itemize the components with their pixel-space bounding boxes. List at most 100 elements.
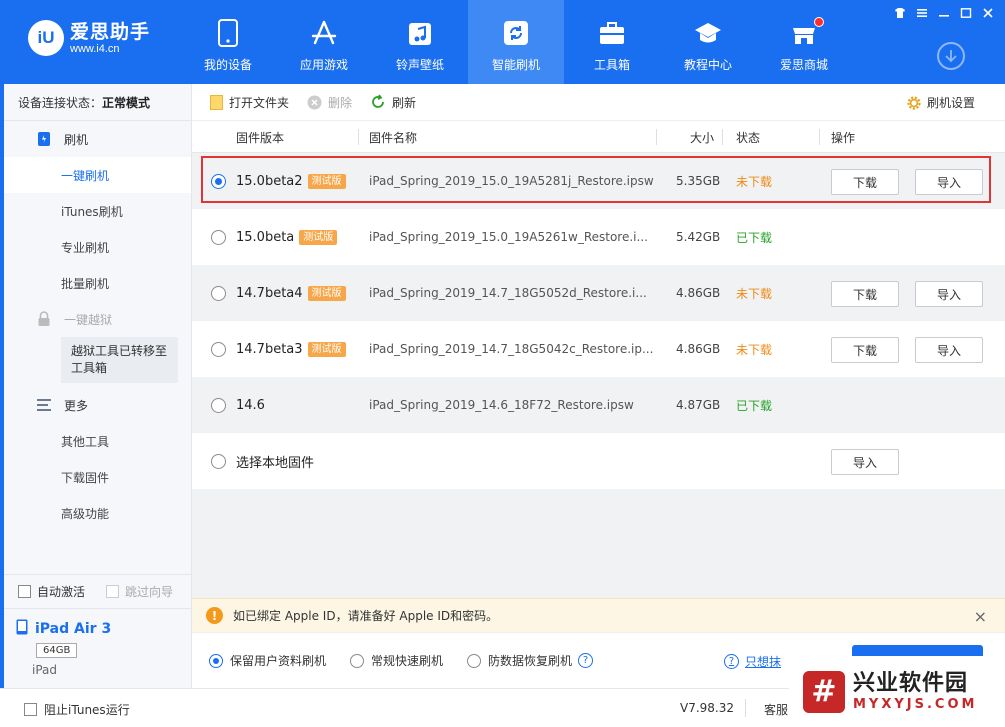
auto-activate-checkbox[interactable] — [18, 585, 31, 598]
watermark-name: 兴业软件园 — [853, 671, 969, 696]
firmware-name: iPad_Spring_2019_14.6_18F72_Restore.ipsw — [369, 398, 634, 412]
activation-options: 自动激活 跳过向导 — [4, 574, 192, 608]
firmware-size: 4.87GB — [676, 398, 721, 412]
sidebar-item-download-firmware[interactable]: 下载固件 — [4, 459, 191, 495]
firmware-row[interactable]: 14.7beta3 测试版 iPad_Spring_2019_14.7_18G50… — [192, 321, 1005, 377]
sidebar-section-flash[interactable]: 刷机 — [4, 121, 191, 157]
download-status: 已下载 — [736, 230, 773, 245]
import-button[interactable]: 导入 — [915, 337, 983, 363]
help-icon[interactable]: ? — [578, 653, 594, 668]
jailbreak-moved-note: 越狱工具已转移至工具箱 — [61, 337, 178, 383]
device-capacity: 64GB — [36, 643, 78, 658]
nav-smart-flash[interactable]: 智能刷机 — [468, 0, 564, 84]
import-button[interactable]: 导入 — [915, 169, 983, 195]
download-button[interactable]: 下载 — [831, 337, 899, 363]
app-version: V7.98.32 — [680, 701, 735, 715]
firmware-radio[interactable] — [211, 174, 226, 189]
firmware-radio[interactable] — [211, 342, 226, 357]
firmware-radio[interactable] — [211, 398, 226, 413]
sidebar-item-pro-flash[interactable]: 专业刷机 — [4, 229, 191, 265]
sidebar-item-itunes-flash[interactable]: iTunes刷机 — [4, 193, 191, 229]
local-firmware-row[interactable]: 选择本地固件 导入 — [192, 433, 1005, 489]
download-status: 未下载 — [736, 286, 773, 301]
download-manager-icon[interactable] — [937, 42, 965, 70]
firmware-row[interactable]: 14.6 iPad_Spring_2019_14.6_18F72_Restore… — [192, 377, 1005, 433]
header-action: 操作 — [831, 130, 856, 145]
keep-data-radio[interactable] — [209, 653, 223, 668]
import-button[interactable]: 导入 — [915, 281, 983, 307]
quick-flash-radio[interactable] — [350, 653, 365, 668]
sidebar-item-other-tools[interactable]: 其他工具 — [4, 423, 191, 459]
folder-icon — [210, 94, 223, 110]
firmware-radio[interactable] — [211, 230, 226, 245]
delete-icon — [307, 95, 322, 110]
block-itunes-option[interactable]: 阻止iTunes运行 — [24, 701, 130, 718]
firmware-table-header: 固件版本 固件名称 大小 状态 操作 — [192, 121, 1005, 153]
notification-dot — [814, 17, 824, 27]
flash-settings-button[interactable]: 刷机设置 — [906, 84, 975, 121]
open-folder-button[interactable]: 打开文件夹 — [210, 94, 289, 111]
firmware-row[interactable]: 14.7beta4 测试版 iPad_Spring_2019_14.7_18G50… — [192, 265, 1005, 321]
firmware-size: 4.86GB — [676, 342, 721, 356]
nav-toolbox[interactable]: 工具箱 — [564, 0, 660, 84]
firmware-name: iPad_Spring_2019_15.0_19A5281j_Restore.i… — [369, 174, 654, 188]
nav-tutorials[interactable]: 教程中心 — [660, 0, 756, 84]
device-info: iPad Air 3 64GB iPad — [4, 608, 192, 682]
firmware-version: 14.7beta3 — [236, 341, 303, 357]
firmware-name: iPad_Spring_2019_14.7_18G5042c_Restore.i… — [369, 342, 654, 356]
erase-only-link[interactable]: ? 只想抹 — [724, 653, 781, 670]
firmware-row[interactable]: 15.0beta 测试版 iPad_Spring_2019_15.0_19A526… — [192, 209, 1005, 265]
customer-service-link[interactable]: 客服 — [764, 701, 788, 718]
logo-mark: iU — [28, 20, 64, 56]
download-button[interactable]: 下载 — [831, 169, 899, 195]
close-notice-icon[interactable]: × — [974, 607, 987, 626]
local-firmware-radio[interactable] — [211, 454, 226, 469]
graduation-cap-icon — [693, 18, 723, 48]
sidebar-item-one-click-flash[interactable]: 一键刷机 — [0, 157, 191, 193]
anti-recovery-radio[interactable] — [467, 653, 482, 668]
app-store-icon — [309, 18, 339, 48]
connection-status: 设备连接状态： 正常模式 — [4, 84, 191, 121]
phone-icon — [213, 18, 243, 48]
sidebar-item-batch-flash[interactable]: 批量刷机 — [4, 265, 191, 301]
watermark: # 兴业软件园 MYXYJS.COM — [789, 656, 1005, 727]
local-firmware-label: 选择本地固件 — [236, 455, 315, 471]
firmware-version: 15.0beta — [236, 229, 295, 245]
music-icon — [405, 18, 435, 48]
beta-badge: 测试版 — [307, 285, 346, 301]
toolbox-icon — [597, 18, 627, 48]
option-quick-flash[interactable]: 常规快速刷机 — [350, 652, 443, 669]
menu-icon[interactable] — [913, 6, 931, 20]
firmware-row[interactable]: 15.0beta2 测试版 iPad_Spring_2019_15.0_19A52… — [192, 153, 1005, 209]
maximize-icon[interactable] — [957, 6, 975, 20]
nav-apps-games[interactable]: 应用游戏 — [276, 0, 372, 84]
sidebar-section-more[interactable]: 更多 — [4, 387, 191, 423]
option-keep-data[interactable]: 保留用户资料刷机 — [209, 652, 326, 669]
sidebar-item-advanced[interactable]: 高级功能 — [4, 495, 191, 531]
watermark-domain: MYXYJS.COM — [853, 697, 978, 712]
watermark-logo: # — [803, 670, 845, 713]
refresh-button[interactable]: 刷新 — [370, 94, 416, 111]
option-anti-recovery[interactable]: 防数据恢复刷机 ? — [467, 652, 594, 669]
list-icon — [36, 397, 52, 413]
nav-my-device[interactable]: 我的设备 — [180, 0, 276, 84]
refresh-circle-icon — [370, 94, 386, 110]
firmware-radio[interactable] — [211, 286, 226, 301]
main-nav: 我的设备 应用游戏 铃声壁纸 智能刷机 工具箱 教程中心 爱思商城 — [180, 0, 852, 84]
header-status: 状态 — [736, 130, 761, 145]
nav-ringtones[interactable]: 铃声壁纸 — [372, 0, 468, 84]
app-url: www.i4.cn — [70, 42, 120, 55]
download-button[interactable]: 下载 — [831, 281, 899, 307]
notice-text: 如已绑定 Apple ID，请准备好 Apple ID和密码。 — [233, 609, 499, 623]
header-version: 固件版本 — [236, 130, 285, 145]
nav-store[interactable]: 爱思商城 — [756, 0, 852, 84]
lock-icon — [36, 311, 52, 327]
download-status: 未下载 — [736, 174, 773, 189]
skin-icon[interactable] — [891, 6, 909, 20]
minimize-icon[interactable] — [935, 6, 953, 20]
block-itunes-checkbox[interactable] — [24, 703, 37, 716]
flash-device-icon — [36, 131, 52, 147]
close-icon[interactable] — [979, 6, 997, 20]
import-local-button[interactable]: 导入 — [831, 449, 899, 475]
window-controls — [887, 6, 997, 20]
